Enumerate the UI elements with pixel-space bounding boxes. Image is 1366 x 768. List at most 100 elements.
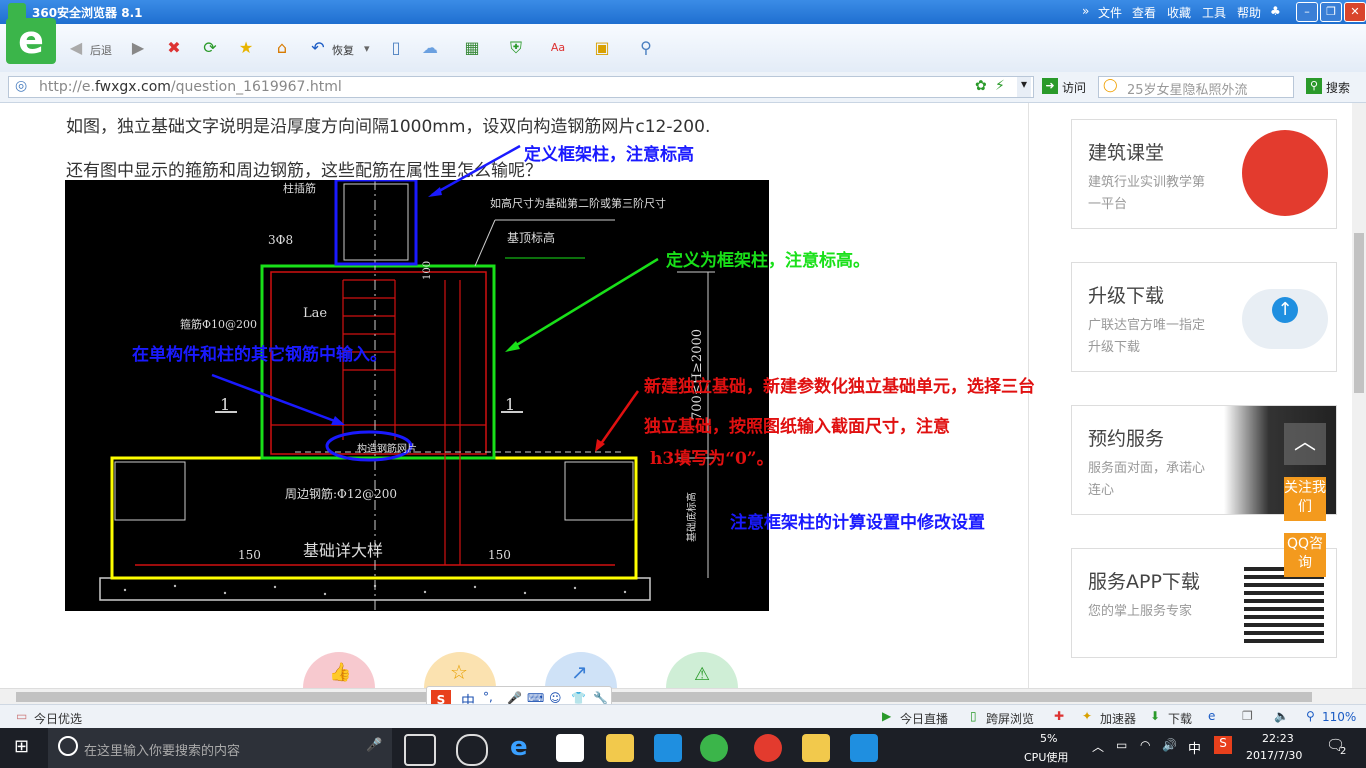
cloud-icon[interactable]: ☁ [418,36,442,60]
sogou-tray-icon[interactable]: S [1214,736,1232,754]
accelerator-label[interactable]: 加速器 [1100,710,1136,727]
search-input[interactable]: ◯ 25岁女星隐私照外流 [1098,76,1294,98]
speed-mode-icon[interactable]: ⚡ [995,78,1005,94]
thumbs-up-icon: 👍 [329,662,352,683]
status-bar: ▭ 今日优选 ▶ 今日直播 ▯ 跨屏浏览 ✚ ✦ 加速器 ⬇ 下载 e ❐ 🔈 … [0,704,1366,729]
punct-icon[interactable]: °, [483,690,493,704]
vertical-scrollbar[interactable] [1352,103,1366,688]
menu-file[interactable]: 文件 [1098,4,1122,21]
card-upgrade-download[interactable]: 升级下载 广联达官方唯一指定升级下载 ↑ [1071,262,1337,372]
wifi-icon[interactable]: ◠ [1140,738,1150,752]
card-title: 服务APP下载 [1088,571,1200,593]
mobile-icon[interactable]: ▯ [384,36,408,60]
windows-start-icon[interactable]: ⊞ [14,736,29,757]
tray-expand-icon[interactable]: ︿ [1092,738,1104,755]
window-icon[interactable]: ❐ [1242,709,1253,723]
clock-date[interactable]: 2017/7/30 [1246,749,1302,762]
taskbar-mic-icon[interactable]: 🎤 [366,738,382,753]
screenshot-icon[interactable]: ▣ [590,36,614,60]
ie-icon[interactable]: e [1208,709,1215,723]
favorite-star-icon[interactable]: ★ [234,36,258,60]
annotation-new-footing-2: 独立基础，按照图纸输入截面尺寸，注意 [644,417,950,437]
live-label[interactable]: 今日直播 [900,710,948,727]
refresh-icon[interactable]: ⟳ [198,36,222,60]
follow-us-button[interactable]: 关注我们 [1284,477,1326,521]
menu-favorites[interactable]: 收藏 [1167,4,1191,21]
mic-icon[interactable]: 🎤 [507,691,522,705]
arrowhead-pedestal [505,341,520,352]
store-icon[interactable] [556,734,584,762]
vertical-scroll-thumb[interactable] [1354,233,1364,393]
back-icon[interactable]: ◀ [64,36,88,60]
app-plus-icon[interactable] [850,734,878,762]
card-building-class[interactable]: 建筑课堂 建筑行业实训教学第一平台 [1071,119,1337,229]
app-orbit-icon[interactable] [456,734,488,766]
today-picks-label[interactable]: 今日优选 [34,710,82,727]
minimize-button[interactable]: – [1296,2,1318,22]
address-dropdown-icon[interactable]: ▾ [1017,77,1031,97]
forward-icon[interactable]: ▶ [126,36,150,60]
volume-icon[interactable]: 🔈 [1274,709,1289,723]
speaker-icon[interactable]: 🔊 [1162,738,1177,752]
skin-shirt-icon[interactable]: 👕 [571,691,586,705]
app-red-icon[interactable] [754,734,782,762]
search-button[interactable]: 搜索 [1326,79,1350,96]
zoom-level[interactable]: 110% [1322,710,1356,724]
notes-icon[interactable] [802,734,830,762]
clock-time[interactable]: 22:23 [1262,732,1294,745]
home-icon[interactable]: ⌂ [270,36,294,60]
keyboard-icon[interactable]: ⌨ [527,691,544,705]
card-subtitle: 建筑行业实训教学第一平台 [1088,175,1206,212]
user-icon[interactable]: ☺ [549,691,562,705]
apps-icon[interactable]: ▦ [460,36,484,60]
arrow-column [431,144,521,197]
search-engine-icon[interactable]: ◯ [1103,78,1118,93]
browser-360-icon[interactable] [700,734,728,762]
file-explorer-icon[interactable] [606,734,634,762]
url-text[interactable]: http://e.fwxgx.com/question_1619967.html [39,79,342,95]
back-to-top-button[interactable]: ︿ [1284,423,1326,465]
menu-view[interactable]: 查看 [1132,4,1156,21]
zoom-icon[interactable]: ⚲ [1306,709,1315,723]
shield-icon[interactable]: ⛨ [504,36,528,60]
arrow-pedestal [509,257,659,351]
accelerator-icon: ✦ [1082,709,1093,723]
taskbar-search-input[interactable]: 在这里输入你要搜索的内容 🎤 [48,728,392,768]
address-bar[interactable]: ◎ http://e.fwxgx.com/question_1619967.ht… [8,76,1034,98]
taskbar-ime[interactable]: 中 [1188,738,1201,757]
menu-expand-icon[interactable]: » [1082,4,1089,18]
health-icon[interactable]: ✚ [1054,709,1064,723]
translate-icon[interactable]: Aa [546,36,570,60]
arrow-footing [596,390,640,449]
edge-icon[interactable]: e [510,732,528,762]
skin-icon[interactable]: ♣ [1270,4,1281,18]
search-go-icon[interactable]: ⚲ [1306,78,1322,94]
annotation-new-footing-1: 新建独立基础，新建参数化独立基础单元，选择三台 [644,377,1035,397]
cross-screen-icon: ▯ [970,709,977,723]
task-view-icon[interactable] [404,734,436,766]
restore-label[interactable]: 恢复 [332,42,354,58]
restore-dropdown-icon[interactable]: ▾ [364,42,370,55]
qq-consult-button[interactable]: QQ咨询 [1284,533,1326,577]
battery-icon[interactable]: ▭ [1116,738,1127,752]
glodon-app-icon[interactable] [654,734,682,762]
browser-logo-icon[interactable]: e [6,18,56,64]
visit-button[interactable]: 访问 [1062,79,1086,96]
menu-help[interactable]: 帮助 [1237,4,1261,21]
go-arrow-icon[interactable]: ➜ [1042,78,1058,94]
restore-icon[interactable]: ↶ [306,36,330,60]
menu-tools[interactable]: 工具 [1202,4,1226,21]
cross-screen-label[interactable]: 跨屏浏览 [986,710,1034,727]
back-label[interactable]: 后退 [90,42,112,58]
share-icon: ↗ [571,660,588,684]
download-label[interactable]: 下载 [1168,710,1192,727]
maximize-button[interactable]: ❐ [1320,2,1342,22]
close-button[interactable]: ✕ [1344,2,1366,22]
zoom-search-icon[interactable]: ⚲ [634,36,658,60]
stop-icon[interactable]: ✖ [162,36,186,60]
annotation-new-footing-3: h3填写为“0”。 [650,449,774,469]
wrench-icon[interactable]: 🔧 [593,691,608,705]
compat-mode-icon[interactable]: ✿ [975,78,987,94]
horizontal-scrollbar[interactable] [0,688,1366,705]
horizontal-scroll-thumb[interactable] [16,692,1312,702]
